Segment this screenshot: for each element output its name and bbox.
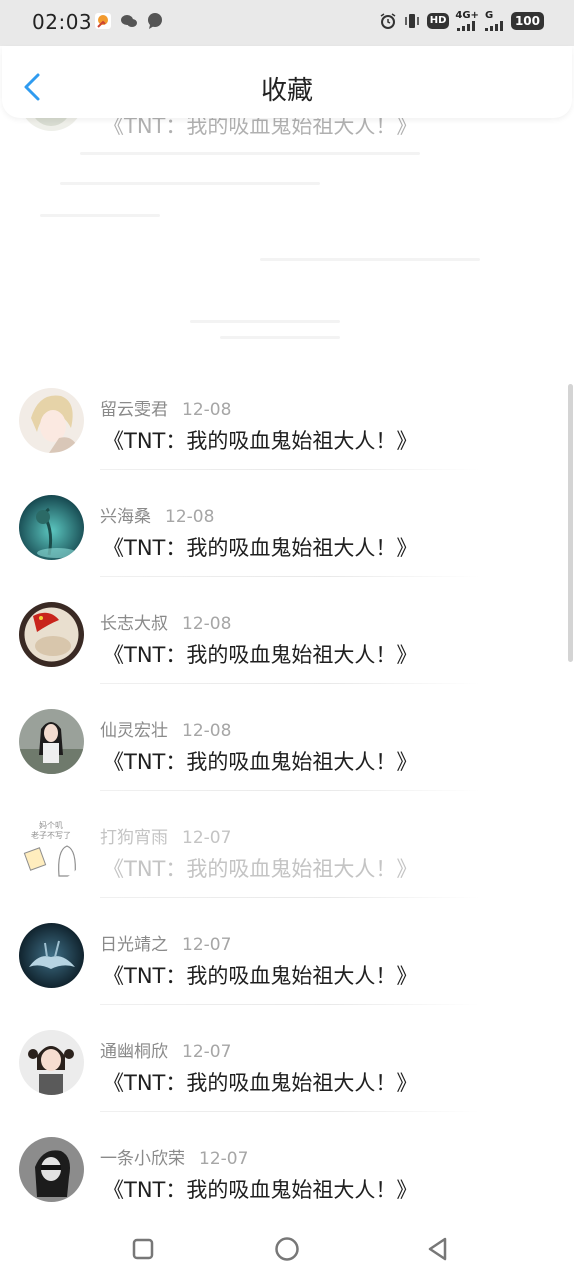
- divider: [100, 790, 480, 791]
- list-item[interactable]: 妈个叽 老子不写了 打狗宵雨 12-07 《TNT：我的吸血鬼始祖大人！》: [0, 813, 574, 920]
- user-name[interactable]: 通幽桐欣 12-07: [100, 1037, 231, 1062]
- book-title[interactable]: 《TNT：我的吸血鬼始祖大人！》: [103, 1067, 417, 1097]
- divider: [100, 683, 480, 684]
- book-title[interactable]: 《TNT：我的吸血鬼始祖大人！》: [103, 853, 417, 883]
- date-label: 12-08: [182, 614, 232, 634]
- list-item[interactable]: 通幽桐欣 12-07 《TNT：我的吸血鬼始祖大人！》: [0, 1027, 574, 1134]
- message-icon: [148, 13, 162, 29]
- divider: [100, 576, 480, 577]
- book-title[interactable]: 《TNT：我的吸血鬼始祖大人！》: [103, 1174, 417, 1204]
- page-header: 收藏: [2, 46, 572, 118]
- page-title: 收藏: [260, 76, 313, 106]
- wechat-icon: [121, 15, 137, 27]
- list-item[interactable]: 长志大叔 12-08 《TNT：我的吸血鬼始祖大人！》: [0, 599, 574, 706]
- book-title[interactable]: 《TNT：我的吸血鬼始祖大人！》: [103, 425, 417, 455]
- system-nav-bar: [0, 1220, 574, 1280]
- favorites-list[interactable]: 《TNT：我的吸血鬼始祖大人！》 留云雯君 12-08 《TNT：我的吸血鬼始祖大…: [0, 0, 574, 1220]
- list-item[interactable]: 留云雯君 12-08 《TNT：我的吸血鬼始祖大人！》: [0, 385, 574, 492]
- divider: [100, 897, 480, 898]
- alarm-icon: [380, 13, 396, 29]
- book-title[interactable]: 《TNT：我的吸血鬼始祖大人！》: [103, 746, 417, 776]
- avatar[interactable]: 妈个叽 老子不写了: [19, 816, 84, 881]
- user-name[interactable]: 日光靖之 12-07: [100, 930, 231, 955]
- avatar[interactable]: [19, 1030, 84, 1095]
- user-name[interactable]: 打狗宵雨 12-07: [100, 823, 231, 848]
- avatar[interactable]: [19, 388, 84, 453]
- avatar[interactable]: [19, 923, 84, 988]
- date-label: 12-08: [182, 721, 232, 741]
- avatar[interactable]: [19, 495, 84, 560]
- user-name[interactable]: 仙灵宏壮 12-08: [100, 716, 231, 741]
- list-item[interactable]: 兴海桑 12-08 《TNT：我的吸血鬼始祖大人！》: [0, 492, 574, 599]
- scrollbar[interactable]: [568, 384, 573, 662]
- avatar-caption-2: 老子不写了: [31, 830, 71, 840]
- hd-badge: HD: [426, 13, 450, 29]
- battery-indicator: 100: [510, 12, 544, 30]
- user-name[interactable]: 留云雯君 12-08: [100, 395, 231, 420]
- book-title[interactable]: 《TNT：我的吸血鬼始祖大人！》: [103, 639, 417, 669]
- triangle-back-icon[interactable]: [423, 1234, 453, 1264]
- date-label: 12-07: [182, 828, 232, 848]
- signal-bars-icon: [457, 21, 476, 31]
- list-item[interactable]: 仙灵宏壮 12-08 《TNT：我的吸血鬼始祖大人！》: [0, 706, 574, 813]
- user-name[interactable]: 一条小欣荣 12-07: [100, 1144, 248, 1169]
- loading-placeholder: [20, 130, 540, 370]
- signal-bars-icon: [484, 21, 503, 31]
- status-time: 02:03: [32, 10, 93, 34]
- divider: [100, 469, 480, 470]
- date-label: 12-07: [182, 935, 232, 955]
- network-g: G: [484, 11, 505, 31]
- list-item[interactable]: 一条小欣荣 12-07 《TNT：我的吸血鬼始祖大人！》: [0, 1134, 574, 1220]
- date-label: 12-08: [182, 400, 232, 420]
- date-label: 12-08: [165, 507, 215, 527]
- user-name[interactable]: 兴海桑 12-08: [100, 502, 214, 527]
- status-bar: 02:03 HD 4G+ G 100: [0, 0, 574, 46]
- notification-app-icon: [95, 13, 111, 29]
- network-4g: 4G+: [455, 11, 479, 31]
- circle-icon[interactable]: [272, 1234, 302, 1264]
- user-name[interactable]: 长志大叔 12-08: [100, 609, 231, 634]
- date-label: 12-07: [199, 1149, 249, 1169]
- date-label: 12-07: [182, 1042, 232, 1062]
- book-title[interactable]: 《TNT：我的吸血鬼始祖大人！》: [103, 960, 417, 990]
- divider: [100, 1111, 480, 1112]
- square-icon[interactable]: [128, 1234, 158, 1264]
- avatar[interactable]: [19, 709, 84, 774]
- avatar-caption-1: 妈个叽: [39, 820, 63, 830]
- vibrate-icon: [404, 14, 419, 28]
- list-item[interactable]: 日光靖之 12-07 《TNT：我的吸血鬼始祖大人！》: [0, 920, 574, 1027]
- book-title[interactable]: 《TNT：我的吸血鬼始祖大人！》: [103, 532, 417, 562]
- divider: [100, 1004, 480, 1005]
- avatar[interactable]: [19, 1137, 84, 1202]
- avatar[interactable]: [19, 602, 84, 667]
